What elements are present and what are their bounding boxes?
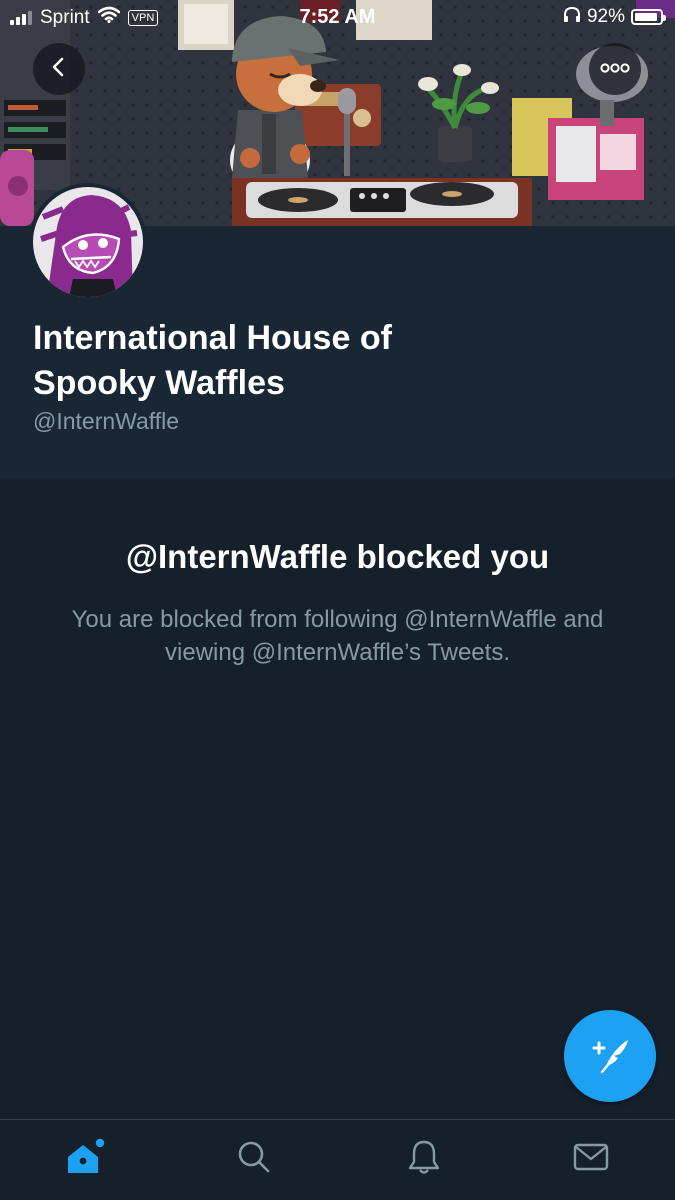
- tab-messages[interactable]: [561, 1134, 621, 1184]
- carrier-label: Sprint: [40, 6, 90, 28]
- vpn-badge: VPN: [127, 9, 159, 26]
- blocked-message-description: You are blocked from following @InternWa…: [71, 606, 604, 666]
- blocked-message-title: @InternWaffle blocked you: [125, 538, 550, 575]
- search-icon: [236, 1139, 272, 1180]
- back-button[interactable]: [33, 43, 85, 95]
- screen: Sprint VPN 7:52 AM 92% International Hou…: [0, 0, 675, 1200]
- battery-percentage: 92%: [586, 6, 625, 27]
- more-options-button[interactable]: [589, 43, 641, 95]
- more-horizontal-icon: [600, 60, 630, 78]
- chevron-left-icon: [48, 56, 70, 83]
- envelope-icon: [572, 1141, 610, 1178]
- compose-tweet-button[interactable]: [564, 1010, 656, 1102]
- profile-display-name: International House of Spooky Waffles: [33, 319, 392, 402]
- avatar[interactable]: [29, 183, 147, 301]
- headphones-icon: [563, 6, 581, 28]
- home-icon: [64, 1137, 106, 1182]
- cellular-signal-icon: [10, 10, 32, 25]
- status-bar: Sprint VPN 7:52 AM 92%: [0, 0, 675, 36]
- tab-notifications[interactable]: [394, 1134, 454, 1184]
- bell-icon: [406, 1138, 442, 1181]
- compose-tweet-icon: [588, 1034, 632, 1079]
- bottom-tab-bar: [0, 1119, 675, 1200]
- battery-icon: [631, 9, 666, 25]
- tab-home[interactable]: [55, 1134, 115, 1184]
- wifi-icon: [97, 6, 120, 29]
- profile-handle: @InternWaffle: [33, 408, 180, 434]
- tab-search[interactable]: [224, 1134, 284, 1184]
